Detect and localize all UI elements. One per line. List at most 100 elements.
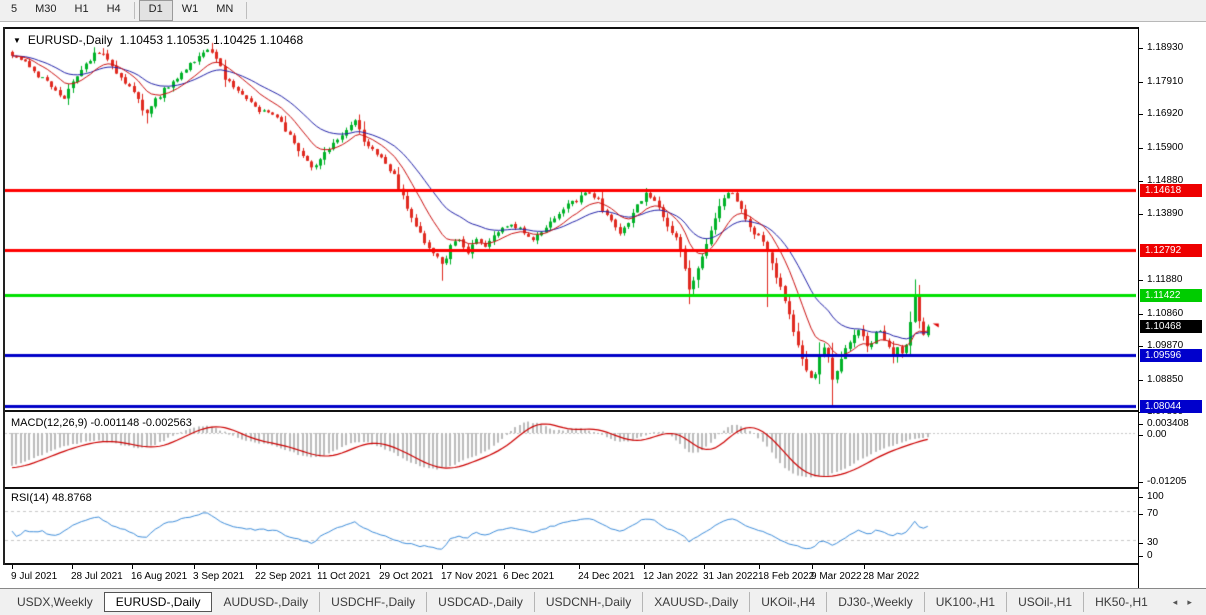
tab-usdcnh-daily[interactable]: USDCNH-,Daily (533, 592, 642, 612)
date-axis-tick (644, 565, 645, 569)
toolbar-separator (133, 2, 135, 19)
date-axis-tick (812, 565, 813, 569)
price-chart-canvas[interactable] (5, 29, 1136, 410)
date-axis-tick (256, 565, 257, 569)
macd-pane: MACD(12,26,9) -0.001148 -0.002563 (5, 414, 1138, 489)
timeframe-button-m30[interactable]: M30 (26, 0, 65, 21)
price-level-badge: 1.14618 (1140, 184, 1202, 197)
price-axis-tick-label: 1.16920 (1147, 108, 1184, 119)
timeframe-button-w1[interactable]: W1 (173, 0, 208, 21)
date-axis-tick (194, 565, 195, 569)
date-axis-label: 22 Sep 2021 (255, 571, 312, 582)
date-axis-tick (380, 565, 381, 569)
price-axis-tick (1139, 280, 1143, 281)
date-axis-tick (318, 565, 319, 569)
price-axis-tick-label: 1.15900 (1147, 142, 1184, 153)
price-axis-tick (1139, 114, 1143, 115)
date-axis-tick (504, 565, 505, 569)
rsi-axis-tick-label: 70 (1147, 508, 1159, 519)
rsi-chart-canvas[interactable] (5, 489, 1136, 563)
tab-hk50-h1[interactable]: HK50-,H1 (1083, 592, 1159, 612)
rsi-value: 48.8768 (51, 492, 92, 504)
date-axis-label: 28 Jul 2021 (71, 571, 123, 582)
tab-scroll-left-icon[interactable]: ◂ (1173, 597, 1178, 608)
price-axis-tick-label: 1.11880 (1147, 274, 1183, 285)
macd-values: -0.001148 -0.002563 (90, 417, 192, 429)
timeframe-button-h1[interactable]: H1 (66, 0, 98, 21)
rsi-axis-tick-label: 30 (1147, 537, 1159, 548)
macd-axis-tick-label: 0.00 (1147, 429, 1167, 440)
timeframe-button-d1[interactable]: D1 (138, 0, 173, 21)
macd-axis-tick (1139, 482, 1143, 483)
date-axis[interactable]: 9 Jul 2021 28 Jul 2021 16 Aug 2021 3 Sep 20… (3, 565, 1138, 588)
rsi-axis-tick (1139, 514, 1143, 515)
tab-ukoil-h4[interactable]: UKOil-,H4 (749, 592, 826, 612)
chart-window: ▼ EURUSD-,Daily 1.10453 1.10535 1.10425 … (3, 27, 1138, 588)
price-axis-tick-label: 1.10860 (1147, 308, 1184, 319)
trading-platform-window: 5 M30 H1 H4 D1 W1 MN ▼ EURUSD-,Daily 1.10453 1… (0, 0, 1206, 615)
date-axis-tick (12, 565, 13, 569)
date-axis-label: 28 Mar 2022 (863, 571, 920, 582)
date-axis-tick (704, 565, 705, 569)
macd-axis-tick (1139, 435, 1143, 436)
date-axis-label: 18 Feb 2022 (758, 571, 815, 582)
price-axis[interactable]: 1.18930 1.17910 1.16920 1.15900 1.14880 1.138… (1138, 27, 1206, 588)
timeframe-button-h4[interactable]: H4 (98, 0, 130, 21)
chart-title: ▼ EURUSD-,Daily 1.10453 1.10535 1.10425 … (13, 33, 303, 47)
date-axis-tick (132, 565, 133, 569)
symbol-tab-bar: USDX,Weekly EURUSD-,Daily AUDUSD-,Daily USD… (0, 588, 1206, 615)
date-axis-label: 9 Jul 2021 (11, 571, 58, 582)
tab-usoil-h1[interactable]: USOil-,H1 (1006, 592, 1083, 612)
rsi-label: RSI(14) 48.8768 (11, 492, 92, 504)
timeframe-toolbar: 5 M30 H1 H4 D1 W1 MN (0, 0, 1206, 22)
price-axis-tick (1139, 82, 1143, 83)
tab-usdx-weekly[interactable]: USDX,Weekly (6, 592, 104, 612)
price-level-badge: 1.08044 (1140, 400, 1202, 413)
timeframe-button-5[interactable]: 5 (2, 0, 26, 21)
price-level-badge: 1.09596 (1140, 349, 1202, 362)
macd-axis-tick-label: -0.01205 (1147, 476, 1187, 487)
tab-scrollers: ◂ ▸ (1173, 597, 1192, 608)
rsi-axis-tick-label: 100 (1147, 491, 1164, 502)
tab-usdchf-daily[interactable]: USDCHF-,Daily (319, 592, 426, 612)
price-level-badge: 1.12792 (1140, 244, 1202, 257)
price-axis-tick (1139, 314, 1143, 315)
tab-scroll-right-icon[interactable]: ▸ (1187, 597, 1192, 608)
price-level-badge: 1.10468 (1140, 320, 1202, 333)
price-axis-tick (1139, 48, 1143, 49)
price-axis-tick-label: 1.13890 (1147, 208, 1184, 219)
rsi-pane: RSI(14) 48.8768 (5, 489, 1138, 565)
macd-label: MACD(12,26,9) -0.001148 -0.002563 (11, 417, 192, 429)
date-axis-label: 17 Nov 2021 (441, 571, 498, 582)
date-axis-label: 31 Jan 2022 (703, 571, 759, 582)
date-axis-label: 12 Jan 2022 (643, 571, 699, 582)
timeframe-button-mn[interactable]: MN (207, 0, 242, 21)
price-axis-tick-label: 1.17910 (1147, 76, 1184, 87)
toolbar-separator (246, 2, 248, 19)
tab-usdcad-daily[interactable]: USDCAD-,Daily (426, 592, 534, 612)
chart-menu-icon[interactable]: ▼ (13, 36, 21, 45)
price-axis-tick (1139, 214, 1143, 215)
rsi-axis-tick (1139, 556, 1143, 557)
price-pane: ▼ EURUSD-,Daily 1.10453 1.10535 1.10425 … (5, 27, 1138, 412)
price-axis-tick-label: 1.08850 (1147, 374, 1184, 385)
rsi-axis-tick (1139, 543, 1143, 544)
date-axis-label: 3 Sep 2021 (193, 571, 245, 582)
tab-dj30-weekly[interactable]: DJ30-,Weekly (826, 592, 923, 612)
date-axis-label: 9 Mar 2022 (811, 571, 862, 582)
macd-axis-tick (1139, 424, 1143, 425)
tab-xauusd-daily[interactable]: XAUUSD-,Daily (642, 592, 749, 612)
price-level-badge: 1.11422 (1140, 289, 1202, 302)
rsi-axis-tick (1139, 497, 1143, 498)
price-axis-tick (1139, 346, 1143, 347)
tab-eurusd-daily[interactable]: EURUSD-,Daily (103, 592, 213, 612)
date-axis-tick (864, 565, 865, 569)
price-axis-tick (1139, 380, 1143, 381)
rsi-axis-tick-label: 0 (1147, 550, 1153, 561)
tab-uk100-h1[interactable]: UK100-,H1 (923, 592, 1006, 612)
tab-audusd-daily[interactable]: AUDUSD-,Daily (212, 592, 319, 612)
price-axis-tick-label: 1.18930 (1147, 42, 1184, 53)
date-axis-tick (442, 565, 443, 569)
date-axis-label: 11 Oct 2021 (317, 571, 371, 582)
price-axis-tick (1139, 181, 1143, 182)
